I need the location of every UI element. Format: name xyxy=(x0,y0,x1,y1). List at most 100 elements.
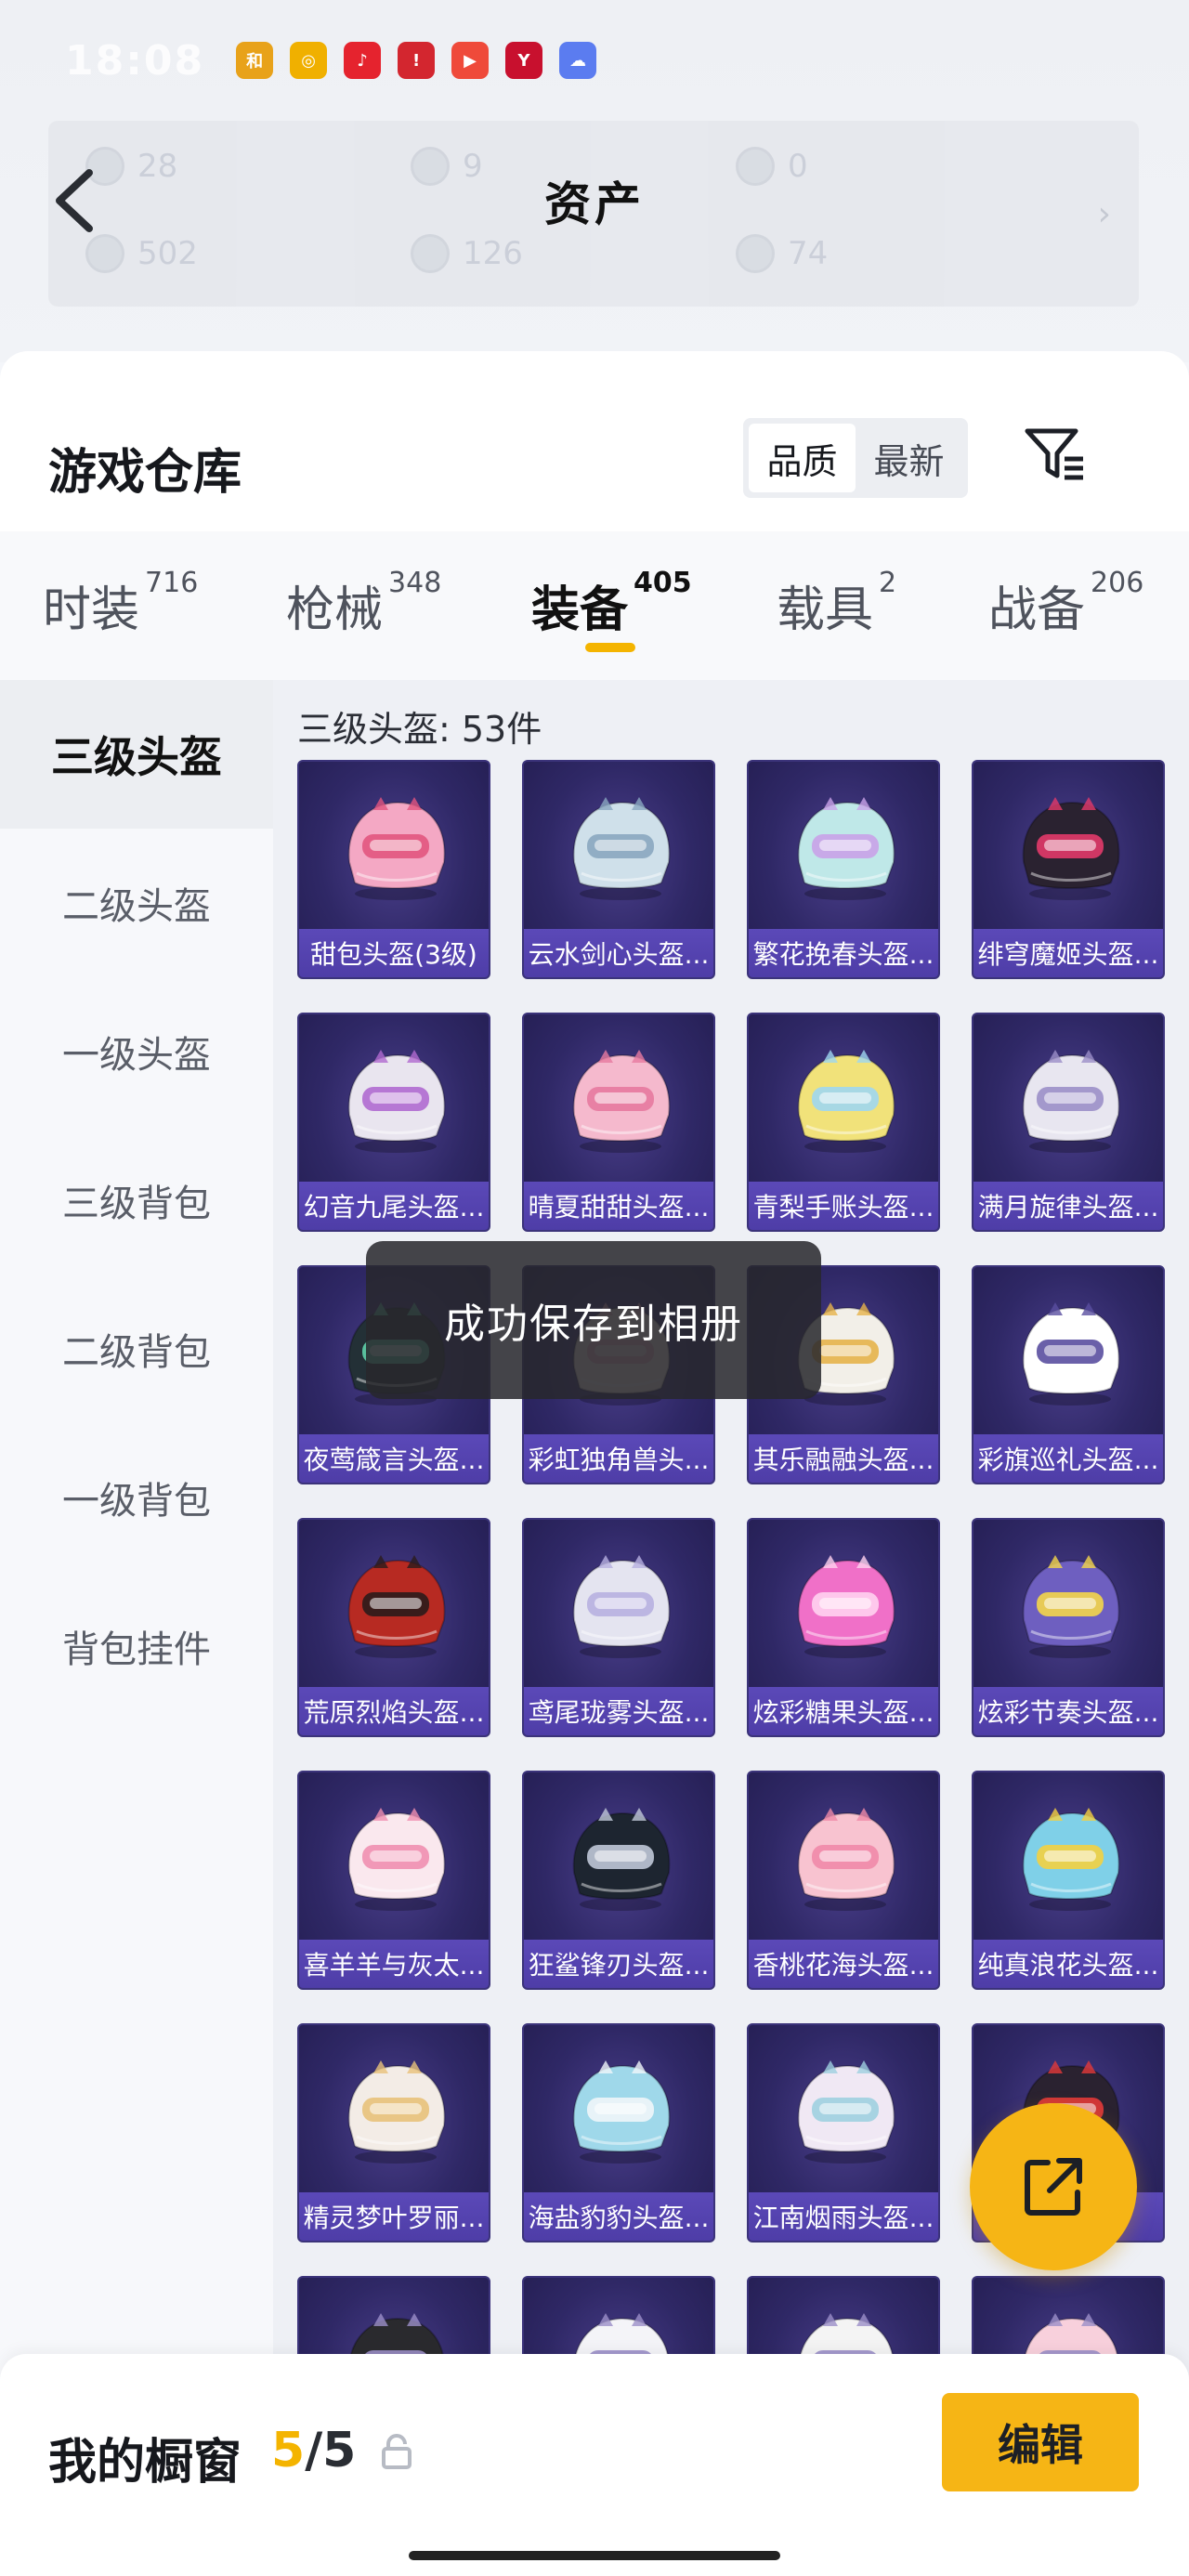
helmet-card[interactable]: 繁花挽春头盔... xyxy=(747,760,940,979)
helmet-card-name: 夜莺箴言头盔... xyxy=(299,1434,489,1483)
helmet-icon xyxy=(1022,1050,1120,1153)
helmet-icon xyxy=(347,1050,446,1153)
helmet-card-name: 狂鲨锋刃头盔... xyxy=(524,1940,713,1988)
helmet-card[interactable]: 彩旗巡礼头盔... xyxy=(972,1265,1165,1484)
tab-count: 206 xyxy=(1091,567,1144,599)
showcase-count-current: 5 xyxy=(271,2423,306,2478)
helmet-card[interactable]: 云水剑心头盔... xyxy=(522,760,715,979)
header-area: 18:08 和 ◎ ♪! ▶ Y ☁ 28 9 0 502 126 74 › 资产 xyxy=(0,0,1189,362)
tab-weapons[interactable]: 枪械 348 xyxy=(286,567,442,640)
showcase-count-total: /5 xyxy=(305,2423,357,2478)
home-indicator xyxy=(409,2551,780,2560)
tab-vehicles[interactable]: 载具 2 xyxy=(777,567,897,640)
helmet-card[interactable]: 香桃花海头盔... xyxy=(747,1771,940,1990)
status-time: 18:08 xyxy=(65,36,205,85)
tab-fashion[interactable]: 时装 716 xyxy=(43,567,199,640)
helmet-card[interactable]: 江南烟雨头盔... xyxy=(747,2023,940,2243)
helmet-icon xyxy=(572,797,671,900)
helmet-card-name: 喜羊羊与灰太... xyxy=(299,1940,489,1988)
helmet-card[interactable]: 纯真浪花头盔... xyxy=(972,1771,1165,1990)
asset-item: 74 xyxy=(736,234,828,273)
sidebar-item-level1-backpack[interactable]: 一级背包 xyxy=(0,1423,273,1572)
helmet-card[interactable]: 精灵梦叶罗丽... xyxy=(297,2023,490,2243)
share-button[interactable] xyxy=(970,2103,1137,2270)
helmet-icon xyxy=(347,1555,446,1658)
helmet-card[interactable]: 甜包头盔(3级) xyxy=(297,760,490,979)
tab-supplies[interactable]: 战备 206 xyxy=(988,567,1144,640)
helmet-card-name: 彩旗巡礼头盔... xyxy=(973,1434,1163,1483)
helmet-card[interactable]: 青梨手账头盔... xyxy=(747,1013,940,1232)
helmet-card-name: 炫彩糖果头盔... xyxy=(749,1687,938,1735)
helmet-icon xyxy=(1022,1808,1120,1911)
tab-label: 载具 xyxy=(777,582,874,638)
helmet-card-name: 繁花挽春头盔... xyxy=(749,929,938,977)
status-app-icons: 和 ◎ ♪! ▶ Y ☁ xyxy=(236,42,597,79)
asset-value: 74 xyxy=(788,235,829,272)
helmet-card-name: 纯真浪花头盔... xyxy=(973,1940,1163,1988)
gem-icon xyxy=(85,234,124,273)
helmet-card-name: 香桃花海头盔... xyxy=(749,1940,938,1988)
helmet-icon xyxy=(797,797,895,900)
sidebar-item-level1-helmet[interactable]: 一级头盔 xyxy=(0,977,273,1126)
helmet-icon xyxy=(797,1808,895,1911)
sidebar-item-backpack-charm[interactable]: 背包挂件 xyxy=(0,1572,273,1720)
lock-icon xyxy=(382,2434,412,2469)
helmet-card[interactable]: 满月旋律头盔... xyxy=(972,1013,1165,1232)
sidebar-item-level2-helmet[interactable]: 二级头盔 xyxy=(0,829,273,977)
helmet-icon xyxy=(347,1808,446,1911)
helmet-card[interactable]: 鸢尾珑雾头盔... xyxy=(522,1518,715,1737)
helmet-icon xyxy=(1022,1555,1120,1658)
item-count-label: 三级头盔: 53件 xyxy=(297,709,542,750)
helmet-card[interactable]: 狂鲨锋刃头盔... xyxy=(522,1771,715,1990)
token-icon xyxy=(411,234,450,273)
sidebar-item-level2-backpack[interactable]: 二级背包 xyxy=(0,1275,273,1423)
app-note-icon: ♪ xyxy=(344,42,382,79)
helmet-card-name: 绯穹魔姬头盔... xyxy=(973,929,1163,977)
helmet-card[interactable]: 海盐豹豹头盔... xyxy=(522,2023,715,2243)
asset-item: 126 xyxy=(411,234,523,273)
helmet-card[interactable]: 晴夏甜甜头盔... xyxy=(522,1013,715,1232)
sort-quality-button[interactable]: 品质 xyxy=(749,424,856,492)
showcase-bar: 我的橱窗 5/5 编辑 xyxy=(0,2354,1189,2576)
helmet-card[interactable]: 喜羊羊与灰太... xyxy=(297,1771,490,1990)
helmet-card-name: 晴夏甜甜头盔... xyxy=(524,1182,713,1230)
tab-count: 348 xyxy=(388,567,442,599)
helmet-icon xyxy=(1022,1302,1120,1406)
filter-icon[interactable] xyxy=(1022,424,1087,489)
helmet-icon xyxy=(572,2060,671,2164)
helmet-card-name: 云水剑心头盔... xyxy=(524,929,713,977)
warehouse-title: 游戏仓库 xyxy=(48,445,242,501)
active-tab-indicator xyxy=(585,643,635,652)
edit-button[interactable]: 编辑 xyxy=(942,2393,1139,2491)
page-title: 资产 xyxy=(544,177,645,231)
tab-count: 716 xyxy=(145,567,199,599)
helmet-card[interactable]: 炫彩糖果头盔... xyxy=(747,1518,940,1737)
helmet-card[interactable]: 幻音九尾头盔... xyxy=(297,1013,490,1232)
subcategory-sidebar: 三级头盔 二级头盔 一级头盔 三级背包 二级背包 一级背包 背包挂件 xyxy=(0,680,273,2576)
helmet-card[interactable]: 炫彩节奏头盔... xyxy=(972,1518,1165,1737)
sidebar-item-level3-helmet[interactable]: 三级头盔 xyxy=(0,680,273,829)
helmet-icon xyxy=(347,797,446,900)
helmet-card[interactable]: 荒原烈焰头盔... xyxy=(297,1518,490,1737)
sort-toggle: 品质 最新 xyxy=(743,418,968,498)
helmet-card-name: 鸢尾珑雾头盔... xyxy=(524,1687,713,1735)
asset-value: 126 xyxy=(463,235,523,272)
sidebar-item-level3-backpack[interactable]: 三级背包 xyxy=(0,1126,273,1275)
helmet-card[interactable]: 绯穹魔姬头盔... xyxy=(972,760,1165,979)
tab-label: 枪械 xyxy=(286,582,384,638)
helmet-icon xyxy=(347,2060,446,2164)
sort-newest-button[interactable]: 最新 xyxy=(856,424,962,492)
app-game-icon: 和 xyxy=(236,42,274,79)
item-grid-area: 三级头盔: 53件 甜包头盔(3级) 云水剑心头盔... 繁花挽春头盔... 绯穹魔姬… xyxy=(273,680,1189,2576)
tab-equipment[interactable]: 装备 405 xyxy=(531,567,692,640)
showcase-count: 5/5 xyxy=(271,2423,356,2478)
helmet-card-name: 江南烟雨头盔... xyxy=(749,2192,938,2241)
helmet-card-name: 甜包头盔(3级) xyxy=(299,929,489,977)
tab-label: 时装 xyxy=(43,582,140,638)
helmet-icon xyxy=(572,1808,671,1911)
tab-count: 405 xyxy=(634,567,692,599)
helmet-card-name: 精灵梦叶罗丽... xyxy=(299,2192,489,2241)
asset-value: 502 xyxy=(137,235,198,272)
tab-count: 2 xyxy=(879,567,897,599)
asset-item: 502 xyxy=(85,234,198,273)
